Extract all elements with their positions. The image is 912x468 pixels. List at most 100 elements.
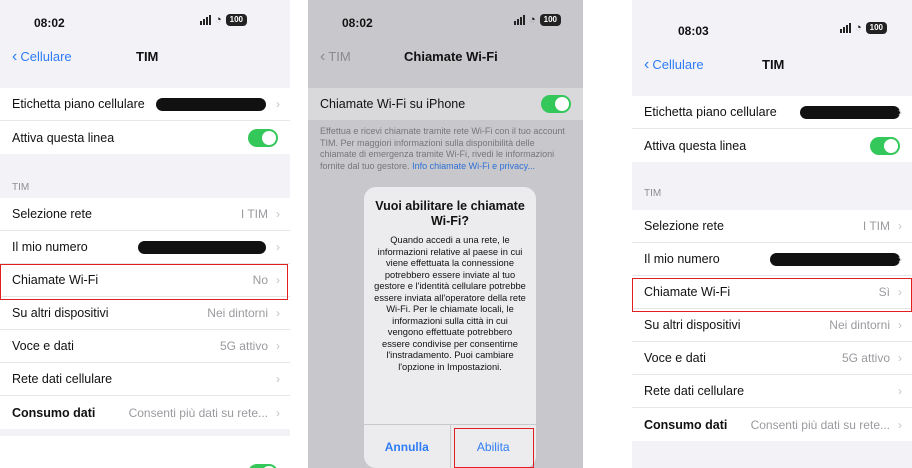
chevron-left-icon: ‹ [12, 47, 18, 65]
back-button[interactable]: ‹ Cellulare [644, 55, 704, 73]
row-value: Consenti più dati su rete... [128, 405, 268, 420]
activate-line-toggle[interactable] [248, 128, 278, 147]
row-plan-label[interactable]: Etichetta piano cellulare › [0, 88, 290, 121]
page-title: TIM [762, 57, 785, 72]
row-cellular-network[interactable]: Rete dati cellulare › [632, 375, 912, 408]
row-label: Su altri dispositivi [12, 306, 109, 320]
chevron-right-icon: › [276, 207, 280, 221]
row-other-devices[interactable]: Su altri dispositivi Nei dintorni › [632, 309, 912, 342]
chevron-right-icon: › [898, 318, 902, 332]
row-label: Selezione rete [644, 219, 724, 233]
wifi-icon: ◔ [855, 22, 862, 34]
battery-icon: 100 [865, 22, 888, 34]
chevron-right-icon: › [276, 97, 280, 111]
row-value: I TIM [240, 207, 268, 221]
dialog-title: Vuoi abilitare le chiamate Wi-Fi? [375, 199, 525, 228]
status-icons: ◔ 100 [514, 14, 562, 26]
nav-bar: ‹ Cellulare TIM [632, 54, 912, 80]
row-data-usage[interactable]: Consumo dati Consenti più dati su rete..… [0, 396, 290, 429]
row-value: 5G attivo [219, 339, 268, 353]
row-label: Consumo dati [12, 405, 96, 420]
row-label: Voce e dati [644, 351, 706, 365]
chevron-right-icon: › [276, 306, 280, 320]
chevron-right-icon: › [898, 351, 902, 365]
status-icons: ◔ 100 [840, 22, 888, 34]
row-value: I TIM [862, 219, 890, 233]
chevron-right-icon: › [276, 240, 280, 254]
row-label: Chiamate Wi-Fi su iPhone [320, 97, 466, 111]
chevron-right-icon: › [276, 372, 280, 386]
row-network-selection[interactable]: Selezione rete I TIM › [632, 210, 912, 243]
battery-icon: 100 [539, 14, 562, 26]
signal-icon [200, 15, 211, 25]
row-voice-data[interactable]: Voce e dati 5G attivo › [0, 330, 290, 363]
row-activate-line: Attiva questa linea [0, 121, 290, 154]
row-label: Il mio numero [644, 252, 720, 266]
redacted-value [156, 97, 266, 111]
signal-icon [514, 15, 525, 25]
row-value: 5G attivo [841, 351, 890, 365]
chevron-right-icon: › [276, 339, 280, 353]
wifi-calling-row: Chiamate Wi-Fi su iPhone [308, 88, 583, 120]
back-label: Cellulare [20, 49, 72, 64]
back-label: TIM [328, 49, 351, 64]
row-label: Rete dati cellulare [12, 372, 113, 386]
status-icons: ◔ 100 [200, 14, 248, 26]
settings-group-top: Etichetta piano cellulare › Attiva quest… [632, 96, 912, 162]
activate-line-toggle[interactable] [870, 136, 900, 155]
highlight-box [0, 264, 288, 300]
wifi-calling-toggle[interactable] [541, 95, 571, 113]
back-label: Cellulare [652, 57, 704, 72]
settings-screen-after: 08:03 ◔ 100 ‹ Cellulare TIM Etichetta pi… [632, 0, 912, 468]
status-time: 08:03 [678, 24, 709, 38]
back-button[interactable]: ‹ Cellulare [12, 47, 72, 65]
chevron-right-icon: › [276, 405, 280, 420]
row-my-number[interactable]: Il mio numero › [632, 243, 912, 276]
settings-group-top: Etichetta piano cellulare › Attiva quest… [0, 88, 290, 154]
row-activate-line: Attiva questa linea [632, 129, 912, 162]
status-bar: 08:02 ◔ 100 [0, 0, 290, 34]
row-voice-data[interactable]: Voce e dati 5G attivo › [632, 342, 912, 375]
row-data-usage[interactable]: Consumo dati Consenti più dati su rete..… [632, 408, 912, 441]
settings-group-bottom [0, 436, 290, 468]
row-cellular-network[interactable]: Rete dati cellulare › [0, 363, 290, 396]
row-label: Attiva questa linea [12, 130, 115, 145]
chevron-right-icon: › [898, 417, 902, 432]
chevron-right-icon: › [898, 384, 902, 398]
section-header: TIM [12, 182, 30, 193]
privacy-link[interactable]: Info chiamate Wi-Fi e privacy... [412, 161, 535, 171]
row-value: Nei dintorni [207, 306, 268, 320]
nav-bar: ‹ Cellulare TIM [0, 46, 290, 72]
row-network-selection[interactable]: Selezione rete I TIM › [0, 198, 290, 231]
battery-icon: 100 [225, 14, 248, 26]
row-label: Consumo dati [644, 417, 728, 432]
section-header: TIM [644, 188, 662, 199]
row-value: Consenti più dati su rete... [750, 417, 890, 432]
back-button[interactable]: ‹ TIM [320, 47, 351, 65]
wifi-calling-description: Effettua e ricevi chiamate tramite rete … [320, 126, 573, 172]
status-time: 08:02 [342, 16, 373, 30]
row-my-number[interactable]: Il mio numero › [0, 231, 290, 264]
row-plan-label[interactable]: Etichetta piano cellulare › [632, 96, 912, 129]
wifi-icon: ◔ [529, 14, 536, 26]
chevron-left-icon: ‹ [644, 55, 650, 73]
row-label: Voce e dati [12, 339, 74, 353]
row-label: Su altri dispositivi [644, 318, 741, 332]
row-other-devices[interactable]: Su altri dispositivi Nei dintorni › [0, 297, 290, 330]
wifi-calling-screen: 08:02 ◔ 100 ‹ TIM Chiamate Wi-Fi Chiamat… [308, 0, 583, 468]
settings-screen-before: 08:02 ◔ 100 ‹ Cellulare TIM Etichetta pi… [0, 0, 290, 468]
chevron-left-icon: ‹ [320, 47, 326, 65]
row-label: Etichetta piano cellulare [644, 105, 777, 119]
page-title: TIM [136, 49, 159, 64]
dialog-message: Quando accedi a una rete, le informazion… [374, 235, 526, 372]
nav-bar: ‹ TIM Chiamate Wi-Fi [308, 46, 583, 72]
chevron-right-icon: › [898, 252, 902, 266]
row-label: Attiva questa linea [644, 138, 747, 153]
wifi-icon: ◔ [215, 14, 222, 26]
row-label: Il mio numero [12, 240, 88, 254]
chevron-right-icon: › [898, 219, 902, 233]
status-time: 08:02 [34, 16, 65, 30]
bottom-toggle[interactable] [248, 464, 278, 468]
cancel-button[interactable]: Annulla [364, 425, 451, 468]
redacted-value [138, 240, 266, 254]
